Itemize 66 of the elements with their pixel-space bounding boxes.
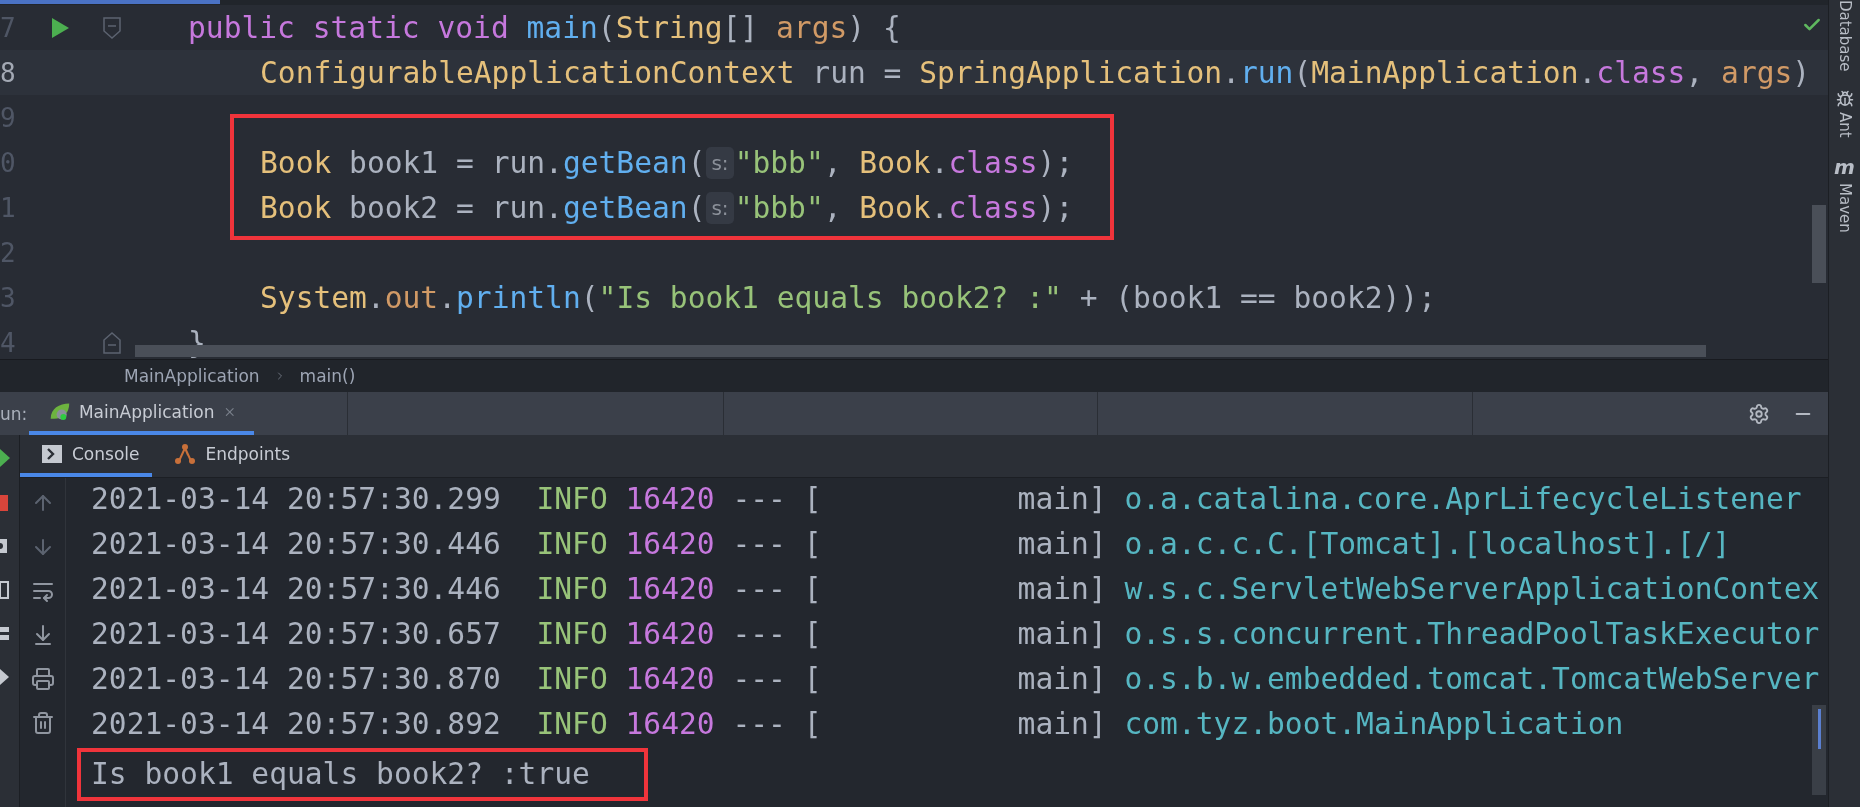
tool-window-button[interactable]: Ant	[1835, 89, 1854, 138]
parameter-hint: s:	[706, 191, 734, 224]
code-text: public static void main(String[] args) {	[188, 10, 901, 45]
run-label: un:	[0, 402, 29, 426]
process-id: 16420	[625, 617, 715, 651]
code-text: "bbb", Book.class);	[734, 190, 1074, 225]
thread-name: main]	[1017, 707, 1107, 741]
breadcrumb-item[interactable]: MainApplication	[124, 366, 260, 386]
timestamp: 2021-03-14 20:57:30.446	[91, 527, 501, 561]
logger-name: o.s.s.concurrent.ThreadPoolTaskExecutor	[1124, 617, 1820, 651]
separator: --- [	[732, 617, 822, 651]
separator: --- [	[732, 527, 822, 561]
timestamp: 2021-03-14 20:57:30.870	[91, 662, 501, 696]
ant-icon	[1835, 89, 1854, 108]
timestamp: 2021-03-14 20:57:30.657	[91, 617, 501, 651]
breadcrumb-item[interactable]: main()	[299, 366, 356, 386]
vertical-scrollbar[interactable]	[1812, 705, 1826, 795]
tool-window-button[interactable]: Database	[1835, 0, 1854, 72]
process-id: 16420	[625, 662, 715, 696]
log-level: INFO	[536, 482, 608, 516]
console-icon	[42, 445, 62, 463]
thread-name: main]	[1017, 572, 1107, 606]
run-icon[interactable]	[0, 449, 10, 467]
logger-name: o.s.b.w.embedded.tomcat.TomcatWebServer	[1124, 662, 1820, 696]
line-number: 8	[0, 57, 17, 88]
trash-icon[interactable]	[30, 711, 55, 735]
thread-name: main]	[1017, 482, 1107, 516]
separator: --- [	[732, 572, 822, 606]
code-text: "bbb", Book.class);	[734, 145, 1074, 180]
log-level: INFO	[536, 572, 608, 606]
timestamp: 2021-03-14 20:57:30.299	[91, 482, 501, 516]
vertical-scrollbar[interactable]	[1812, 205, 1826, 283]
separator: --- [	[732, 662, 822, 696]
thread-name: main]	[1017, 662, 1107, 696]
settings-icon[interactable]	[1748, 402, 1770, 425]
log-level: INFO	[536, 617, 608, 651]
log-level: INFO	[536, 662, 608, 696]
log-level: INFO	[536, 707, 608, 741]
logger-name: w.s.c.ServletWebServerApplicationContex	[1124, 572, 1820, 606]
separator: --- [	[732, 482, 822, 516]
logger-name: o.a.catalina.core.AprLifecycleListener	[1124, 482, 1802, 516]
thread-name: main]	[1017, 527, 1107, 561]
process-id: 16420	[625, 707, 715, 741]
tool-tab[interactable]: Endpoints	[151, 435, 303, 477]
code-text: Book book2 = run.getBean(	[260, 190, 706, 225]
endpoints-icon	[173, 443, 196, 465]
process-id: 16420	[625, 482, 715, 516]
code-text: ConfigurableApplicationContext run = SpringApplication.run(MainApplication.class, args)	[260, 55, 1811, 90]
maven-icon: m	[1834, 155, 1855, 180]
tool-window-button[interactable]: m Maven	[1834, 155, 1855, 233]
thread-name: main]	[1017, 617, 1107, 651]
process-id: 16420	[625, 527, 715, 561]
logger-name: o.a.c.c.C.[Tomcat].[localhost].[/]	[1124, 527, 1731, 561]
separator: --- [	[732, 707, 822, 741]
process-id: 16420	[625, 572, 715, 606]
code-text: System.out.println("Is book1 equals book2? :" + (book1 == book2));	[260, 280, 1436, 315]
run-icon[interactable]	[50, 16, 70, 39]
output-text: Is book1 equals book2? :true	[91, 757, 590, 791]
timestamp: 2021-03-14 20:57:30.892	[91, 707, 501, 741]
logger-name: com.tyz.boot.MainApplication	[1124, 707, 1624, 741]
print-icon[interactable]	[30, 667, 55, 691]
timestamp: 2021-03-14 20:57:30.446	[91, 572, 501, 606]
code-editor[interactable]	[0, 5, 1828, 359]
parameter-hint: s:	[706, 146, 734, 179]
log-level: INFO	[536, 527, 608, 561]
code-text: Book book1 = run.getBean(	[260, 145, 706, 180]
